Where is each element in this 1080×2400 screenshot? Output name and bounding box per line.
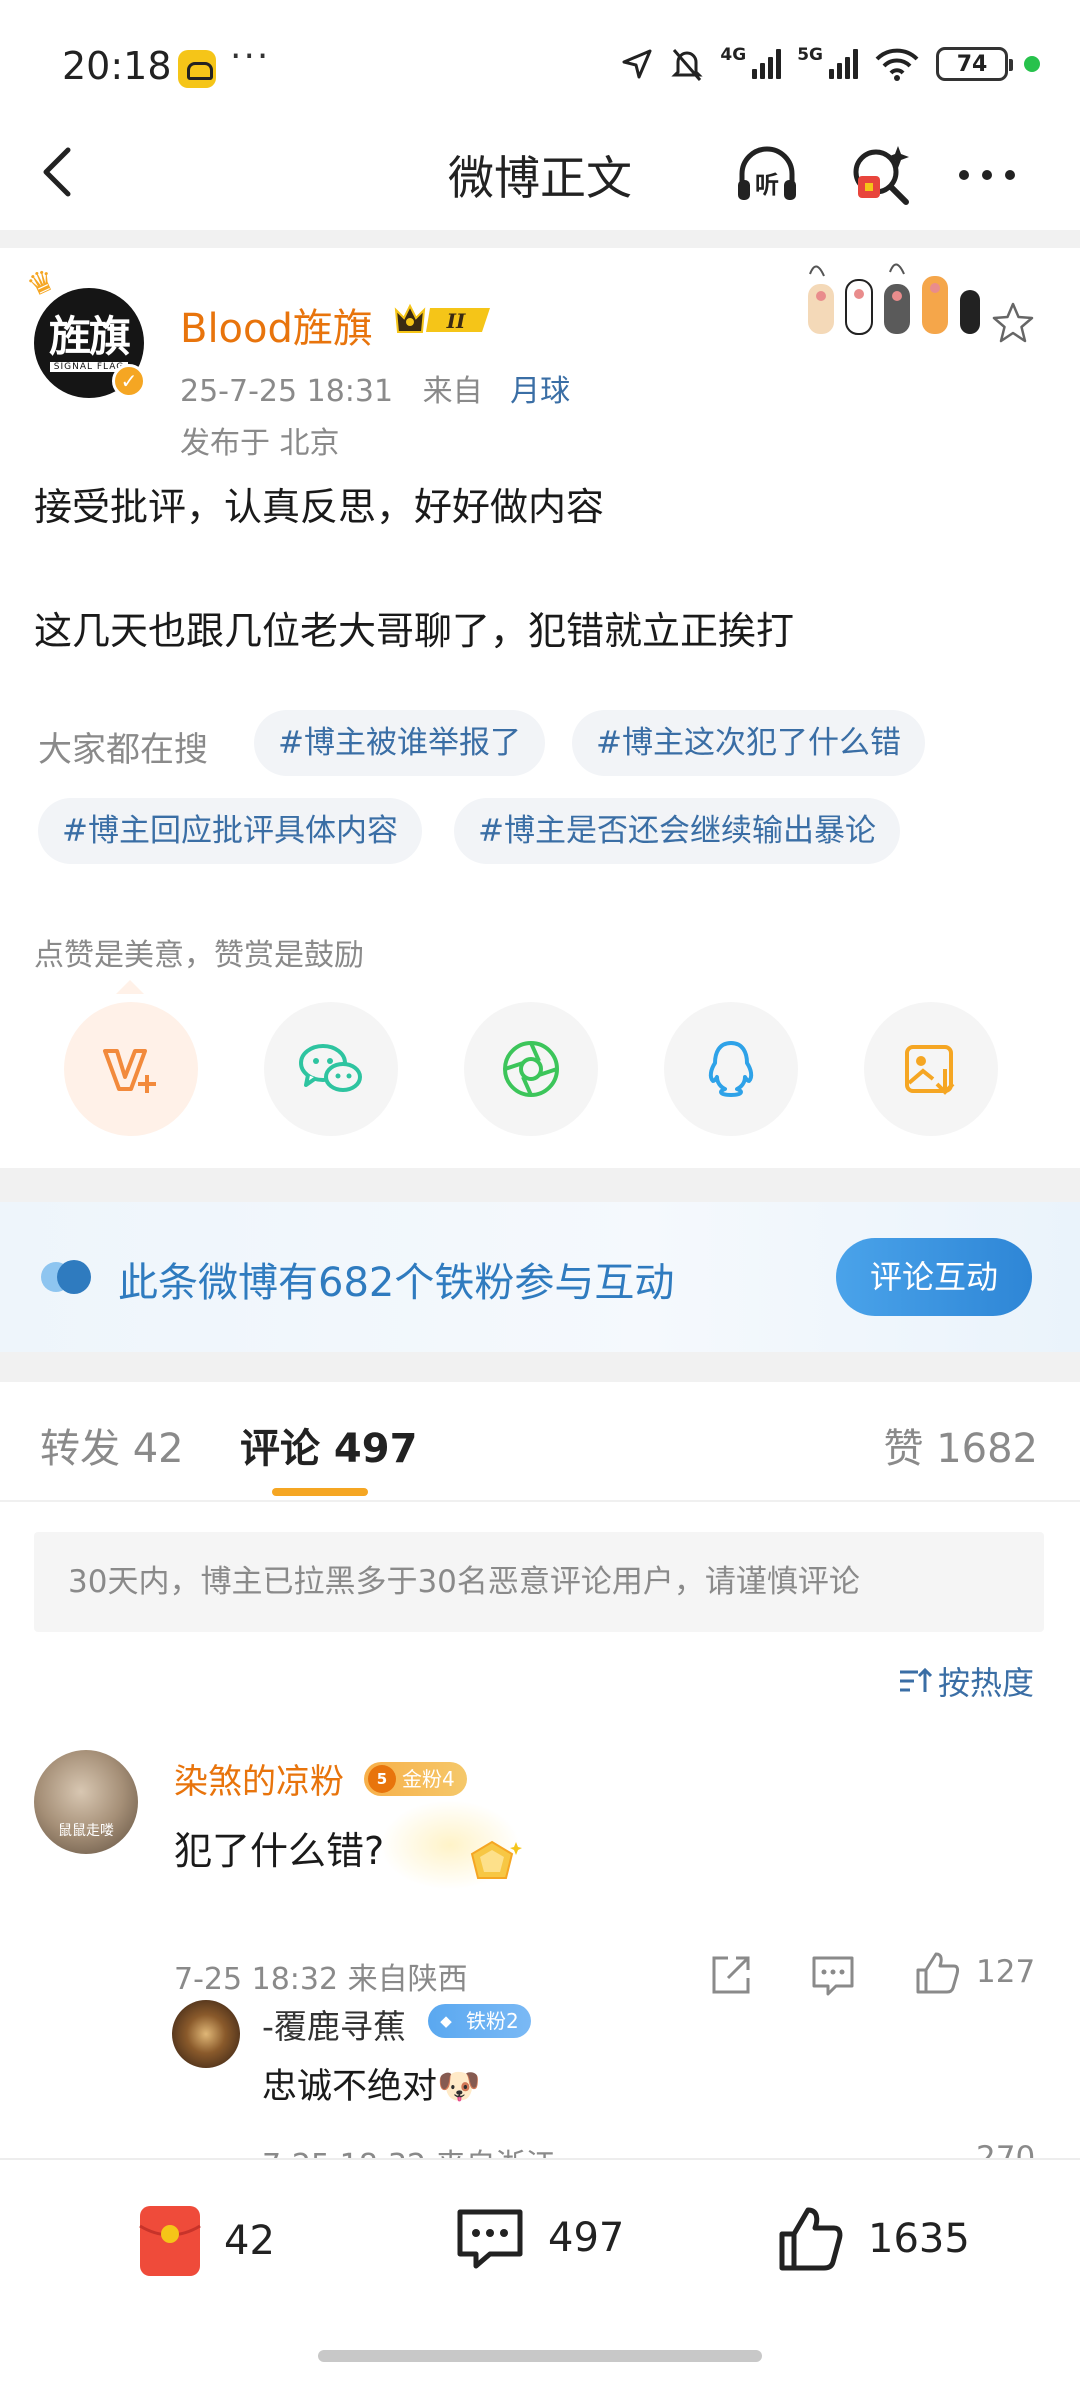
vip-level-text: II [446,309,466,333]
home-indicator[interactable] [318,2350,762,2362]
search-tag[interactable]: #博主被谁举报了 [254,710,545,776]
svg-text:听: 听 [755,171,779,199]
iron-fan-label: 铁粉2 [466,2009,519,2033]
search-tag[interactable]: #博主这次犯了什么错 [572,710,925,776]
reward-hint: 点赞是美意，赞赏是鼓励 [34,938,364,973]
comment-notice: 30天内，博主已拉黑多于30名恶意评论用户，请谨慎评论 [34,1532,1044,1632]
post-meta: 25-7-25 18:31 来自 月球 [180,366,570,410]
vip-crown-badge-icon[interactable]: II [390,300,498,340]
red-envelope-repost-icon [139,2206,201,2276]
reply-text: 忠诚不绝对🐶 [262,2058,481,2109]
sort-label: 按热度 [937,1664,1034,1702]
ai-search-icon[interactable] [846,140,916,210]
net-5g-label: 5G [797,45,823,65]
commenter-avatar-caption: 鼠鼠走喽 [58,1823,114,1839]
comment-interact-button[interactable]: 评论互动 [836,1238,1032,1316]
search-tag[interactable]: #博主回应批评具体内容 [38,798,422,864]
post-text-line-2: 这几天也跟几位老大哥聊了，犯错就立正挨打 [34,609,795,653]
qq-icon [708,1041,754,1097]
avatar-logo-text: 旌旗 [48,312,131,361]
more-icon[interactable] [952,140,1022,210]
mute-bell-icon [671,49,704,81]
diamond-icon: ◆ [440,2012,452,2030]
tab-like[interactable]: 赞 1682 [883,1416,1038,1474]
bottom-comment-count: 497 [548,2215,625,2261]
section-divider [0,230,1080,248]
bottom-action-bar: 42 497 1635 [0,2158,1080,2400]
tab-repost[interactable]: 转发 42 [40,1416,184,1474]
save-image-icon [905,1045,955,1095]
wechat-icon [299,1044,362,1092]
comment-text: 犯了什么错? [174,1829,385,1873]
bottom-like-count: 1635 [868,2216,970,2262]
fan-interaction-text: 此条微博有682个铁粉参与互动 [118,1260,675,1306]
reward-v-icon [103,1049,156,1093]
status-time: 20:18 [62,44,172,88]
author-name[interactable]: Blood旌旗 [180,296,373,354]
post-location: 发布于 北京 [180,426,340,461]
gold-fan-badge[interactable]: 5 金粉4 [364,1762,467,1796]
tab-comment[interactable]: 评论 497 [240,1416,417,1474]
location-icon [622,49,652,79]
status-bar: 20:18 ··· 4G 5G 74 [0,0,1080,120]
post-source[interactable]: 月球 [510,374,570,409]
moments-icon [503,1041,559,1097]
wifi-icon [875,48,919,81]
search-tag[interactable]: #博主是否还会继续输出暴论 [454,798,900,864]
commenter-name[interactable]: 染煞的凉粉 [174,1754,344,1803]
post-from-label: 来自 [422,374,483,409]
gem-decoration-icon [470,1840,522,1879]
like-icon[interactable] [912,1948,962,1998]
bottom-like-button[interactable]: 1635 [776,2204,970,2274]
signal-5g-icon [829,49,858,79]
page-title: 微博正文 [448,151,632,205]
comment-like-count: 127 [976,1954,1036,1990]
status-indicators: 4G 5G 74 [620,45,1040,82]
reply-avatar[interactable] [172,2000,240,2068]
commenter-avatar[interactable]: 鼠鼠走喽 [34,1750,138,1854]
fan-logo-icon [41,1260,91,1294]
sort-toggle[interactable]: 按热度 [898,1658,1034,1704]
bottom-repost-button[interactable]: 42 [138,2204,275,2278]
post-time: 25-7-25 18:31 [180,374,394,409]
reward-button[interactable] [64,1002,198,1136]
section-divider [0,1168,1080,1202]
signal-4g-icon [752,49,782,79]
reply-icon[interactable] [808,1950,858,2000]
listen-icon[interactable]: 听 [732,140,802,210]
verified-badge-icon: ✓ [112,364,146,398]
gold-fan-level: 5 [368,1765,396,1793]
sort-icon [899,1667,932,1692]
privacy-dot [1024,56,1040,72]
repost-icon[interactable] [706,1950,756,2000]
post-text-line-1: 接受批评，认真反思，好好做内容 [34,485,605,529]
status-more-icon: ··· [230,36,271,77]
favorite-star-icon[interactable] [990,300,1036,346]
interaction-tabs: 转发 42 评论 497 赞 1682 [0,1382,1080,1502]
save-image-button[interactable] [864,1002,998,1136]
share-wechat-button[interactable] [264,1002,398,1136]
active-tab-indicator [272,1488,368,1496]
app-notification-icon [178,50,216,88]
doge-emoji-icon: 🐶 [437,2067,481,2107]
reward-pointer [116,980,144,994]
fan-interaction-banner: 此条微博有682个铁粉参与互动 评论互动 [0,1202,1080,1352]
trending-search-label: 大家都在搜 [38,730,208,770]
comment-icon [457,2209,523,2269]
share-qq-button[interactable] [664,1002,798,1136]
reply-text-body: 忠诚不绝对 [262,2067,438,2107]
iron-fan-badge[interactable]: ◆ 铁粉2 [428,2004,531,2038]
bottom-repost-count: 42 [224,2218,275,2264]
nav-bar: 微博正文 听 [0,120,1080,230]
like-icon [779,2207,843,2271]
net-4g-label: 4G [720,45,747,65]
section-divider [0,1352,1080,1382]
battery-indicator: 74 [936,47,1013,81]
share-moments-button[interactable] [464,1002,598,1136]
comment-meta: 7-25 18:32 来自陕西 [174,1962,468,1997]
cat-paws-decoration-icon [808,263,980,335]
reply-name[interactable]: -覆鹿寻蕉 [262,2000,406,2048]
bottom-comment-button[interactable]: 497 [454,2204,624,2272]
gold-fan-label: 金粉4 [402,1767,455,1791]
